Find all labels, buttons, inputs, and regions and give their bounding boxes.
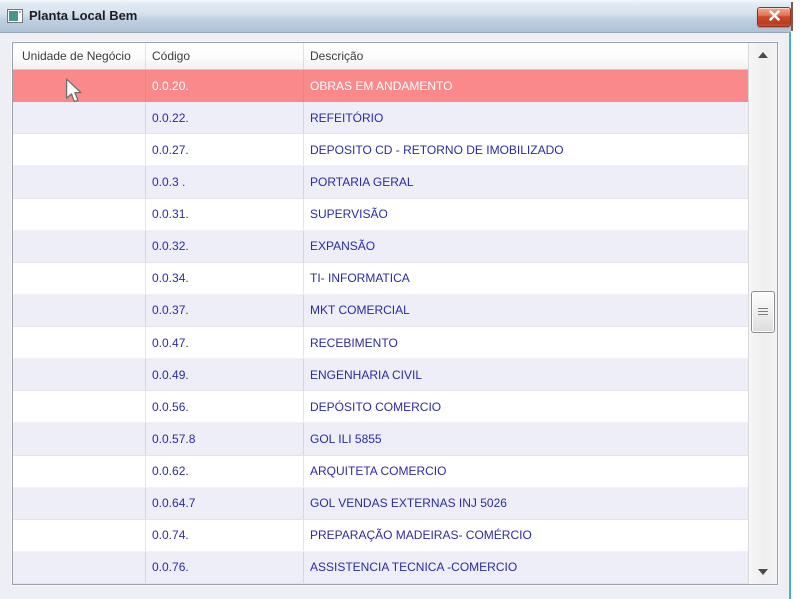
cell-unidade[interactable] — [13, 294, 146, 326]
table-row[interactable]: 0.0.57.8 GOL ILI 5855 — [13, 423, 748, 456]
titlebar: Planta Local Bem — [0, 0, 792, 33]
cell-codigo[interactable]: 0.0.27. — [146, 134, 304, 166]
thumb-grip-icon — [758, 308, 768, 316]
table-body: 0.0.20. OBRAS EM ANDAMENTO 0.0.22. REFEI… — [13, 70, 748, 584]
cell-codigo[interactable]: 0.0.62. — [146, 455, 304, 487]
table-row[interactable]: 0.0.3 . PORTARIA GERAL — [13, 166, 748, 199]
planta-local-table: Unidade de Negócio Código Descrição 0.0.… — [12, 42, 778, 585]
cell-unidade[interactable] — [13, 487, 146, 519]
dialog-window: Planta Local Bem Unidade de Negócio Códi… — [0, 0, 792, 599]
table-row[interactable]: 0.0.20. OBRAS EM ANDAMENTO — [13, 70, 748, 103]
cell-descricao[interactable]: REFEITÓRIO — [304, 102, 748, 133]
cell-descricao[interactable]: ENGENHARIA CIVIL — [304, 359, 748, 390]
cell-descricao[interactable]: GOL VENDAS EXTERNAS INJ 5026 — [304, 488, 748, 519]
arrow-down-icon — [758, 569, 768, 575]
cell-unidade[interactable] — [13, 359, 146, 391]
cell-unidade[interactable] — [13, 551, 146, 583]
window-outside-area — [791, 0, 800, 599]
arrow-up-icon — [758, 52, 768, 58]
table-row[interactable]: 0.0.56. DEPÓSITO COMERCIO — [13, 391, 748, 424]
table-row[interactable]: 0.0.64.7 GOL VENDAS EXTERNAS INJ 5026 — [13, 487, 748, 520]
table-row[interactable]: 0.0.34. TI- INFORMATICA — [13, 262, 748, 295]
cell-descricao[interactable]: PREPARAÇÃO MADEIRAS- COMÉRCIO — [304, 520, 748, 551]
cell-unidade[interactable] — [13, 102, 146, 134]
table-row[interactable]: 0.0.27. DEPOSITO CD - RETORNO DE IMOBILI… — [13, 134, 748, 167]
cell-unidade[interactable] — [13, 423, 146, 455]
cell-codigo[interactable]: 0.0.3 . — [146, 166, 304, 198]
cell-codigo[interactable]: 0.0.31. — [146, 198, 304, 230]
cell-unidade[interactable] — [13, 166, 146, 198]
cell-unidade[interactable] — [13, 327, 146, 359]
cell-descricao[interactable]: DEPOSITO CD - RETORNO DE IMOBILIZADO — [304, 134, 748, 165]
table-row[interactable]: 0.0.32. EXPANSÃO — [13, 230, 748, 263]
cell-descricao[interactable]: PORTARIA GERAL — [304, 166, 748, 197]
cell-descricao[interactable]: GOL ILI 5855 — [304, 423, 748, 454]
table-row[interactable]: 0.0.37. MKT COMERCIAL — [13, 294, 748, 327]
cell-unidade[interactable] — [13, 455, 146, 487]
cell-descricao[interactable]: RECEBIMENTO — [304, 327, 748, 358]
column-header-codigo[interactable]: Código — [146, 43, 304, 69]
table-row[interactable]: 0.0.49. ENGENHARIA CIVIL — [13, 359, 748, 392]
vertical-scrollbar[interactable] — [748, 43, 777, 584]
cell-unidade[interactable] — [13, 262, 146, 294]
cell-descricao[interactable]: TI- INFORMATICA — [304, 263, 748, 294]
column-header-descricao[interactable]: Descrição — [304, 43, 748, 69]
cell-codigo[interactable]: 0.0.74. — [146, 519, 304, 551]
cell-codigo[interactable]: 0.0.56. — [146, 391, 304, 423]
table-row[interactable]: 0.0.47. RECEBIMENTO — [13, 327, 748, 360]
cell-codigo[interactable]: 0.0.20. — [146, 70, 304, 102]
close-button[interactable] — [757, 7, 791, 27]
cell-unidade[interactable] — [13, 519, 146, 551]
cell-codigo[interactable]: 0.0.57.8 — [146, 423, 304, 455]
cell-descricao[interactable]: MKT COMERCIAL — [304, 295, 748, 326]
cell-codigo[interactable]: 0.0.47. — [146, 327, 304, 359]
table-header: Unidade de Negócio Código Descrição — [13, 43, 748, 70]
cell-unidade[interactable] — [13, 391, 146, 423]
cell-codigo[interactable]: 0.0.37. — [146, 294, 304, 326]
scroll-up-button[interactable] — [749, 45, 777, 65]
app-icon — [7, 9, 23, 23]
cell-descricao[interactable]: EXPANSÃO — [304, 231, 748, 262]
cell-descricao[interactable]: OBRAS EM ANDAMENTO — [304, 70, 748, 101]
cell-codigo[interactable]: 0.0.32. — [146, 230, 304, 262]
cell-codigo[interactable]: 0.0.49. — [146, 359, 304, 391]
cell-descricao[interactable]: DEPÓSITO COMERCIO — [304, 391, 748, 422]
table-row[interactable]: 0.0.22. REFEITÓRIO — [13, 102, 748, 135]
table-row[interactable]: 0.0.74. PREPARAÇÃO MADEIRAS- COMÉRCIO — [13, 519, 748, 552]
close-icon — [768, 8, 781, 26]
window-edge-cap — [791, 2, 793, 31]
scrollbar-thumb[interactable] — [751, 291, 775, 333]
cell-unidade[interactable] — [13, 198, 146, 230]
cell-descricao[interactable]: SUPERVISÃO — [304, 199, 748, 230]
cell-unidade[interactable] — [13, 134, 146, 166]
cell-codigo[interactable]: 0.0.34. — [146, 262, 304, 294]
cell-codigo[interactable]: 0.0.22. — [146, 102, 304, 134]
cell-codigo[interactable]: 0.0.64.7 — [146, 487, 304, 519]
cell-unidade[interactable] — [13, 230, 146, 262]
table-row[interactable]: 0.0.62. ARQUITETA COMERCIO — [13, 455, 748, 488]
scroll-down-button[interactable] — [749, 562, 777, 582]
cell-descricao[interactable]: ARQUITETA COMERCIO — [304, 456, 748, 487]
cell-descricao[interactable]: ASSISTENCIA TECNICA -COMERCIO — [304, 552, 748, 583]
table-row[interactable]: 0.0.76. ASSISTENCIA TECNICA -COMERCIO — [13, 551, 748, 584]
column-header-unidade[interactable]: Unidade de Negócio — [13, 43, 146, 69]
table-row[interactable]: 0.0.31. SUPERVISÃO — [13, 198, 748, 231]
window-title: Planta Local Bem — [29, 8, 138, 23]
cell-codigo[interactable]: 0.0.76. — [146, 551, 304, 583]
cell-unidade[interactable] — [13, 70, 146, 102]
